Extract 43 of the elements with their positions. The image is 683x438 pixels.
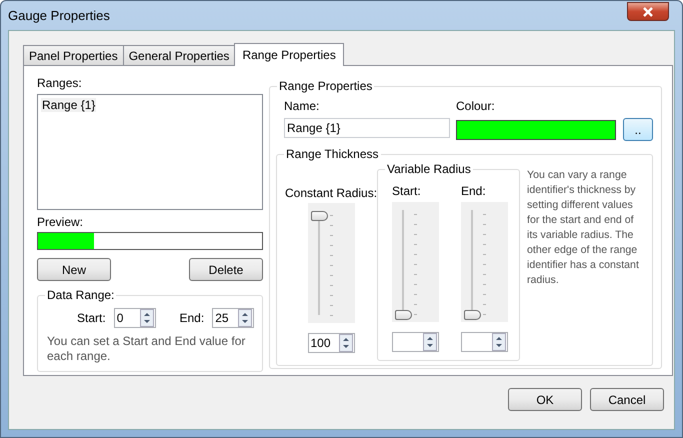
colour-label: Colour:	[456, 99, 496, 113]
thickness-note: You can vary a range identifier's thickness by setting different values for the start and end of its variable radius. The other edge of the range identifier has a constant radius.	[527, 168, 640, 288]
ranges-label: Ranges:	[37, 76, 83, 90]
end-label: End:	[180, 311, 204, 325]
tab[interactable]: General Properties	[122, 45, 236, 65]
slider-thumb[interactable]	[395, 310, 412, 320]
slider-label: Start:	[392, 184, 422, 198]
spin-arrows-icon	[423, 333, 437, 351]
data-range-note: You can set a Start and End value for each range.	[47, 334, 246, 364]
group-title: Variable Radius	[385, 162, 473, 176]
close-icon	[642, 6, 654, 16]
list-item[interactable]: Range {1}	[41, 98, 96, 112]
spin-arrows-icon	[238, 309, 252, 327]
browse-button[interactable]: ..	[623, 118, 653, 141]
range-button[interactable]: New	[37, 258, 111, 281]
dialog-button[interactable]: Cancel	[590, 388, 664, 411]
spin-arrows-icon	[338, 334, 352, 352]
slider-thumb[interactable]	[464, 310, 481, 320]
close-button[interactable]	[627, 2, 669, 21]
tab[interactable]: Range Properties	[234, 43, 344, 66]
group-title: Data Range:	[45, 288, 116, 302]
slider-thumb[interactable]	[310, 211, 328, 221]
window-title: Gauge Properties	[8, 8, 111, 23]
range-button[interactable]: Delete	[189, 258, 263, 281]
constant-radius-spinbox[interactable]: 100	[308, 333, 354, 353]
spin-arrows-icon	[140, 309, 154, 327]
name-field[interactable]: Range {1}	[284, 118, 450, 138]
slider[interactable]	[461, 202, 508, 322]
start-spinbox[interactable]: 0	[114, 308, 156, 328]
group-title: Range Properties	[277, 79, 374, 93]
slider[interactable]	[308, 203, 354, 323]
name-label: Name:	[284, 99, 320, 113]
start-label: Start:	[77, 311, 106, 325]
spin-arrows-icon	[492, 333, 506, 351]
dialog-button[interactable]: OK	[508, 388, 582, 411]
slider-label: End:	[461, 184, 487, 198]
end-spinbox[interactable]: 25	[212, 308, 254, 328]
slider[interactable]	[392, 202, 439, 322]
tab[interactable]: Panel Properties	[23, 45, 124, 65]
constant-radius-label: Constant Radius:	[285, 186, 378, 200]
colour-swatch[interactable]	[456, 120, 616, 140]
preview-label: Preview:	[37, 215, 84, 229]
group-title: Range Thickness	[284, 147, 380, 161]
